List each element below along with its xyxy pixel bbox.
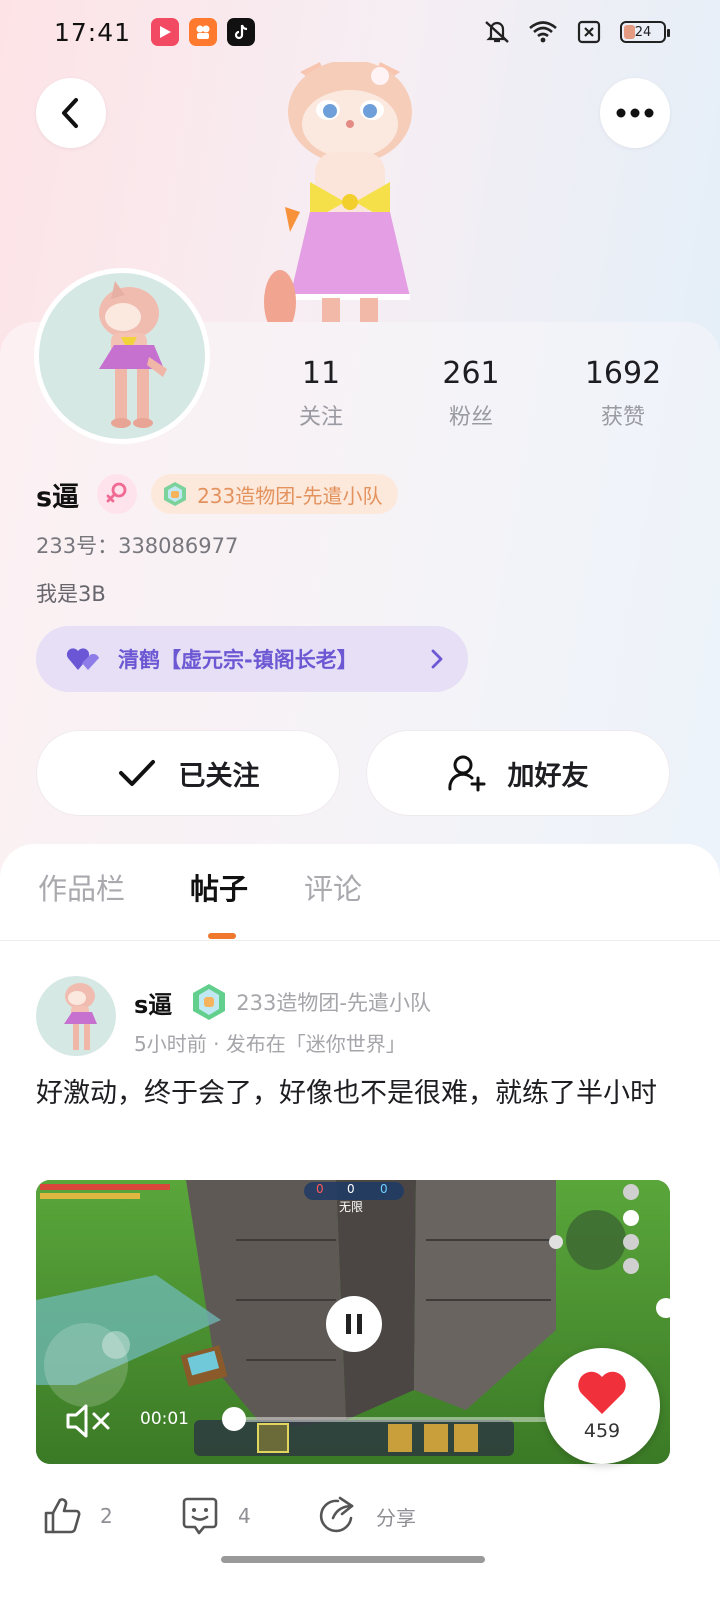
thumb-up-button[interactable]: 2 [42,1496,113,1536]
pause-icon [346,1314,362,1334]
stat-followers[interactable]: 261 粉丝 [416,356,526,431]
battery-icon: 24 [620,21,670,43]
add-friend-button[interactable]: 加好友 [366,730,670,816]
post-meta: 5小时前 · 发布在「迷你世界」 [134,1032,406,1056]
mute-icon [482,17,512,47]
video-mode-label: 无限 [339,1200,364,1214]
post-author-avatar[interactable] [36,976,116,1056]
female-gender-icon [97,474,138,514]
cover-character-image [260,60,440,334]
follow-button[interactable]: 已关注 [36,730,340,816]
post-author-row: s逼 233造物团-先遣小队 [134,982,431,1022]
kuaishou-app-icon [189,18,218,46]
video-score-left: 0 [316,1182,324,1196]
comment-smile-icon [182,1497,218,1535]
more-button[interactable] [600,78,670,148]
guild-badge[interactable]: 233造物团-先遣小队 [151,474,399,514]
no-sim-icon [574,17,604,47]
video-score-right: 0 [380,1182,388,1196]
double-heart-icon [66,648,99,670]
title-badge-text: 清鹤【虚元宗-镇阁长老】 [118,648,358,672]
notification-app-icons [151,18,256,46]
title-badge[interactable]: 清鹤【虚元宗-镇阁长老】 [36,626,468,692]
add-friend-icon [447,755,485,792]
comment-button[interactable]: 4 [180,1496,251,1536]
stat-followers-label: 粉丝 [448,405,493,430]
share-label: 分享 [376,1505,416,1530]
guild-shield-icon [193,984,226,1020]
status-bar: 17:41 24 [0,0,720,64]
more-dots-icon [616,108,654,118]
status-right: 24 [482,17,670,47]
user-id[interactable]: 233号：338086977 [36,530,238,560]
guild-shield-icon [164,482,187,506]
video-time: 00:01 [140,1409,189,1429]
post-text[interactable]: 好激动，终于会了，好像也不是很难，就练了半小时 [36,1072,686,1116]
post-actions: 2 4 分享 [0,1496,720,1540]
chevron-left-icon [62,98,78,128]
battery-level: 24 [634,24,652,40]
heart-icon [578,1371,626,1414]
status-time: 17:41 [54,17,132,47]
stat-likes-label: 获赞 [600,405,645,430]
share-icon [319,1496,354,1533]
speaker-muted-icon [66,1404,110,1438]
stat-likes-value: 1692 [584,356,662,391]
post-author-guild: 233造物团-先遣小队 [236,991,431,1015]
tab-divider [0,940,720,941]
stat-following-value: 11 [301,356,341,391]
thumb-up-count: 2 [100,1504,113,1528]
guild-name: 233造物团-先遣小队 [197,483,383,508]
back-button[interactable] [36,78,106,148]
home-indicator[interactable] [221,1556,485,1563]
video-progress-thumb[interactable] [222,1407,246,1431]
wifi-icon [528,17,558,47]
video-progress-track[interactable] [222,1407,558,1431]
mute-toggle[interactable] [64,1402,114,1440]
stat-followers-value: 261 [442,356,500,391]
video-score-mid: 0 [347,1182,355,1196]
video-app-icon [151,18,180,46]
stat-following[interactable]: 11 关注 [266,356,376,431]
tab-bar: 作品栏 帖子 评论 [0,866,720,942]
avatar[interactable] [34,268,210,444]
content-card: 作品栏 帖子 评论 s逼 233造物团-先遣小队 5小时前 · 发布在「迷你世界… [0,844,720,1600]
chevron-right-icon [431,649,443,669]
post-author-name[interactable]: s逼 [134,985,172,1020]
check-icon [118,760,155,786]
like-count: 459 [583,1420,621,1442]
thumb-up-icon [44,1498,81,1534]
tab-comments[interactable]: 评论 [304,866,362,908]
profile-page: 17:41 24 11 关注 261 粉丝 1692 获赞 s逼 233造物团-… [0,0,720,1600]
tab-active-indicator [208,933,236,939]
comment-count: 4 [238,1504,251,1528]
user-name: s逼 [36,481,80,513]
tiktok-app-icon [227,18,256,46]
name-row: s逼 233造物团-先遣小队 [36,474,399,514]
stat-following-label: 关注 [298,405,343,430]
share-button[interactable]: 分享 [318,1496,416,1536]
tab-posts[interactable]: 帖子 [190,866,248,908]
tab-works[interactable]: 作品栏 [38,866,125,908]
user-bio: 我是3B [36,582,106,606]
add-friend-button-label: 加好友 [507,760,589,792]
stat-likes[interactable]: 1692 获赞 [568,356,678,431]
like-button[interactable]: 459 [544,1348,660,1464]
pause-button[interactable] [326,1296,382,1352]
follow-button-label: 已关注 [178,760,260,792]
